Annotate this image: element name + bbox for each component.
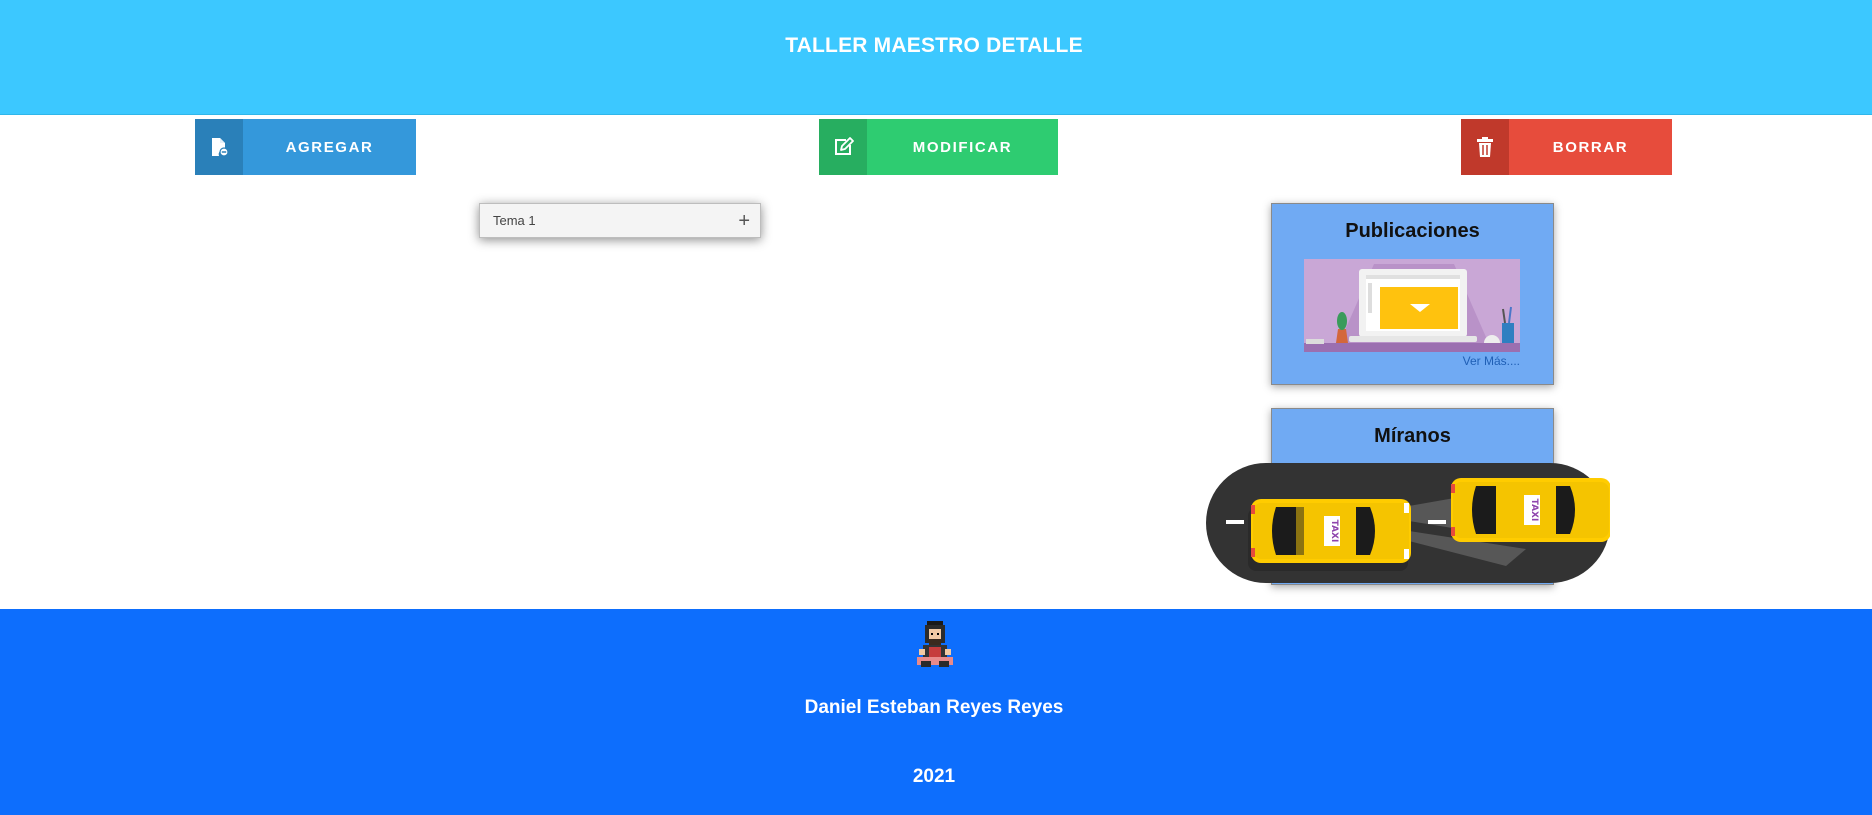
publicaciones-title: Publicaciones [1345, 220, 1480, 242]
ver-mas-link[interactable]: Ver Más.... [1463, 354, 1520, 368]
taxi-animation: TAXI TAXI [1206, 463, 1610, 583]
modify-button[interactable]: MODIFICAR [819, 119, 1058, 175]
accordion-item-label: Tema 1 [493, 213, 536, 228]
taxi-back-car: TAXI [1451, 478, 1610, 542]
miranos-title: Míranos [1374, 425, 1451, 447]
svg-text:TAXI: TAXI [1529, 499, 1539, 522]
add-button-label: AGREGAR [285, 138, 374, 156]
trash-icon [1461, 119, 1509, 175]
modify-button-label: MODIFICAR [912, 138, 1013, 156]
svg-text:TAXI: TAXI [1329, 520, 1339, 543]
pixel-avatar-icon [917, 621, 953, 667]
accordion-item-tema-1[interactable]: Tema 1 + [479, 203, 761, 238]
delete-button[interactable]: BORRAR [1461, 119, 1672, 175]
laptop-illustration [1304, 259, 1520, 352]
edit-icon [819, 119, 867, 175]
author-name: Daniel Esteban Reyes Reyes [804, 697, 1064, 718]
page-header: TALLER MAESTRO DETALLE [0, 0, 1872, 115]
delete-button-label: BORRAR [1552, 138, 1629, 156]
file-add-icon [195, 119, 243, 175]
publicaciones-card: Publicaciones Ver Más.... [1271, 203, 1554, 385]
taxi-front-car: TAXI [1251, 499, 1411, 563]
plus-icon[interactable]: + [738, 211, 750, 231]
page-title: TALLER MAESTRO DETALLE [785, 34, 1083, 57]
footer-year: 2021 [912, 766, 956, 787]
add-button[interactable]: AGREGAR [195, 119, 416, 175]
